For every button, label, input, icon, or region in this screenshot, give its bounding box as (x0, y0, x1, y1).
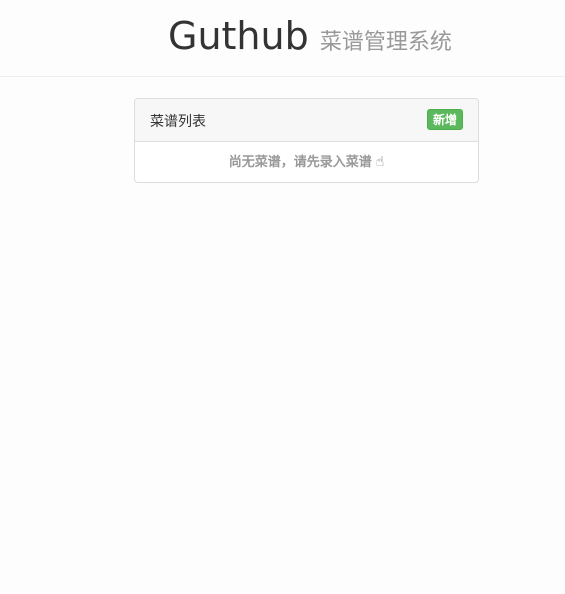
page-title: Guthub 菜谱管理系统 (168, 14, 452, 58)
empty-state: 尚无菜谱，请先录入菜谱 ☝ (135, 142, 478, 182)
brand-name: Guthub (168, 14, 309, 58)
recipe-list-panel: 菜谱列表 新增 尚无菜谱，请先录入菜谱 ☝ (134, 98, 479, 183)
page-header: Guthub 菜谱管理系统 (0, 0, 565, 77)
panel-heading: 菜谱列表 新增 (135, 99, 478, 142)
brand-subtitle: 菜谱管理系统 (319, 30, 452, 55)
panel-title: 菜谱列表 (150, 114, 206, 130)
pointing-hand-icon: ☝ (375, 154, 385, 170)
empty-message: 尚无菜谱，请先录入菜谱 (228, 155, 372, 170)
add-recipe-button[interactable]: 新增 (426, 109, 463, 130)
